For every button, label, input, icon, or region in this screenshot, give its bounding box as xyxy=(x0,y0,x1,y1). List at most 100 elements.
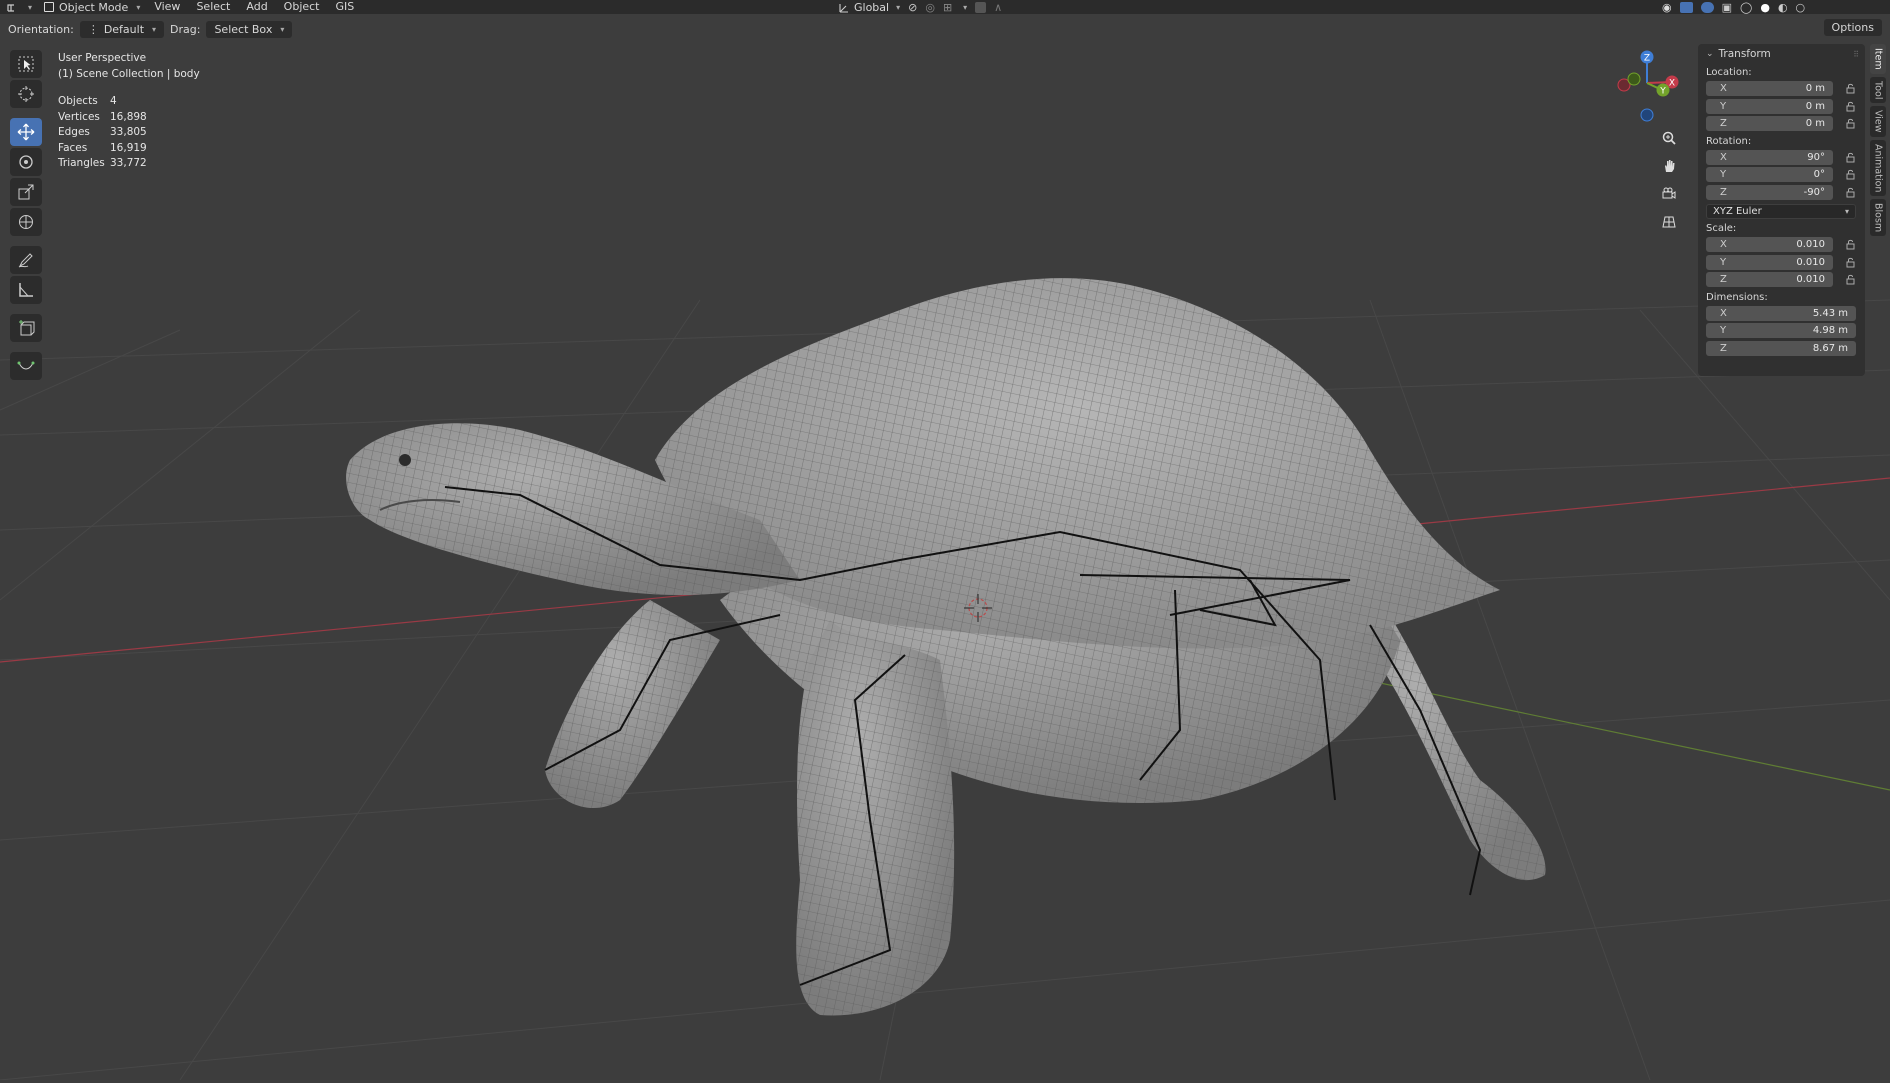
pan-hand-icon[interactable] xyxy=(1658,156,1680,176)
lock-icon[interactable] xyxy=(1843,117,1857,131)
transform-panel-header[interactable]: ⌄ Transform ⠿ xyxy=(1698,44,1865,64)
stat-row: Triangles 33,772 xyxy=(58,156,200,172)
ruler-icon xyxy=(19,283,33,297)
menu-gis[interactable]: GIS xyxy=(328,0,363,14)
drag-dropdown[interactable]: Select Box ▾ xyxy=(206,20,293,38)
lock-icon[interactable] xyxy=(1843,168,1857,182)
shading-solid-icon[interactable]: ● xyxy=(1760,1,1770,14)
location-z-row: Z 0 m xyxy=(1698,115,1865,133)
gizmo-neg-z-axis[interactable] xyxy=(1640,108,1654,122)
xray-icon[interactable]: ▣ xyxy=(1722,1,1732,14)
lock-icon[interactable] xyxy=(1843,99,1857,113)
scale-y-field[interactable]: Y 0.010 xyxy=(1706,254,1833,270)
eye xyxy=(399,454,411,466)
dimensions-z-row: Z 8.67 m xyxy=(1698,340,1865,358)
rotation-z-field[interactable]: Z -90° xyxy=(1706,184,1833,200)
menu-add[interactable]: Add xyxy=(238,0,275,14)
rotate-tool[interactable] xyxy=(10,148,42,176)
overlay-toggle-icon[interactable] xyxy=(1700,1,1714,13)
rotation-x-field[interactable]: X 90° xyxy=(1706,149,1833,165)
mode-dropdown[interactable]: Object Mode ▾ xyxy=(38,1,146,14)
annotate-tool[interactable] xyxy=(10,246,42,274)
lock-icon[interactable] xyxy=(1843,150,1857,164)
menu-view[interactable]: View xyxy=(146,0,188,14)
chevron-down-icon: ⌄ xyxy=(1706,49,1714,59)
lock-icon[interactable] xyxy=(1843,255,1857,269)
rotation-label: Rotation: xyxy=(1706,135,1752,147)
scale-label: Scale: xyxy=(1706,223,1737,234)
rotation-mode-select[interactable]: XYZ Euler ▾ xyxy=(1706,204,1856,219)
dimensions-y-field[interactable]: Y 4.98 m xyxy=(1706,323,1856,339)
transform-tool[interactable] xyxy=(10,208,42,236)
rotation-y-row: Y 0° xyxy=(1698,166,1865,184)
transform-orientation-dropdown[interactable]: Global ▾ xyxy=(838,1,900,14)
chevron-down-icon: ▾ xyxy=(1844,207,1849,216)
gizmo-toggle-icon[interactable] xyxy=(1679,1,1693,13)
falloff-icon[interactable]: ∧ xyxy=(994,1,1002,14)
chevron-down-icon[interactable]: ▾ xyxy=(963,3,967,12)
rotation-y-field[interactable]: Y 0° xyxy=(1706,167,1833,183)
add-cube-tool[interactable] xyxy=(10,314,42,342)
lock-icon[interactable] xyxy=(1843,238,1857,252)
move-icon xyxy=(17,123,35,141)
tortoise-mesh[interactable] xyxy=(346,278,1546,1016)
scale-x-field[interactable]: X 0.010 xyxy=(1706,237,1833,253)
lock-icon[interactable] xyxy=(1843,185,1857,199)
location-x-row: X 0 m xyxy=(1698,80,1865,98)
pivot-icon[interactable]: ⊘ xyxy=(908,1,917,14)
tab-tool[interactable]: Tool xyxy=(1870,76,1886,104)
scale-tool[interactable] xyxy=(10,178,42,206)
stat-value: 33,772 xyxy=(110,157,147,169)
axis-label: Z xyxy=(1720,186,1727,198)
editor-type-button[interactable]: ▾ xyxy=(0,2,38,13)
scale-y-row: Y 0.010 xyxy=(1698,254,1865,272)
dimensions-x-field[interactable]: X 5.43 m xyxy=(1706,305,1856,321)
options-button[interactable]: Options xyxy=(1823,19,1882,36)
shading-material-icon[interactable]: ◐ xyxy=(1778,1,1788,14)
move-tool[interactable] xyxy=(10,118,42,146)
axis-label: Z xyxy=(1720,274,1727,286)
perspective-toggle-icon[interactable] xyxy=(1658,212,1680,232)
scale-z-row: Z 0.010 xyxy=(1698,271,1865,289)
menu-select[interactable]: Select xyxy=(188,0,238,14)
cursor-tool[interactable] xyxy=(10,80,42,108)
visibility-icon[interactable]: ◉ xyxy=(1662,1,1672,14)
orientation-axes-icon xyxy=(839,3,848,13)
measure-tool[interactable] xyxy=(10,276,42,304)
camera-view-icon[interactable] xyxy=(1658,184,1680,204)
stat-row: Objects 4 xyxy=(58,94,200,110)
dimensions-y-row: Y 4.98 m xyxy=(1698,322,1865,340)
tab-item[interactable]: Item xyxy=(1870,44,1886,74)
snap-icon[interactable]: ◎ xyxy=(925,1,935,14)
select-box-tool[interactable] xyxy=(10,50,42,78)
lock-icon[interactable] xyxy=(1843,82,1857,96)
snap-target-icon[interactable]: ⊞ xyxy=(943,1,952,14)
orientation-dropdown[interactable]: ⋮ Default ▾ xyxy=(79,20,165,38)
lock-icon[interactable] xyxy=(1843,273,1857,287)
chevron-down-icon: ▾ xyxy=(28,2,33,12)
axis-label: X xyxy=(1720,307,1727,319)
location-y-field[interactable]: Y 0 m xyxy=(1706,98,1833,114)
drag-handle-icon[interactable]: ⠿ xyxy=(1853,50,1859,59)
curve-tool[interactable] xyxy=(10,352,42,380)
shading-rendered-icon[interactable]: ○ xyxy=(1796,1,1806,14)
tab-blosm[interactable]: Blosm xyxy=(1870,199,1886,237)
zoom-icon[interactable] xyxy=(1658,128,1680,148)
field-value: -90° xyxy=(1803,186,1825,198)
menu-object[interactable]: Object xyxy=(276,0,328,14)
dimensions-z-field[interactable]: Z 8.67 m xyxy=(1706,340,1856,356)
shading-wireframe-icon[interactable]: ◯ xyxy=(1740,1,1752,14)
field-value: 0° xyxy=(1813,169,1825,181)
scale-z-field[interactable]: Z 0.010 xyxy=(1706,272,1833,288)
tab-view[interactable]: View xyxy=(1870,106,1886,137)
gizmo-neg-y-axis[interactable] xyxy=(1627,72,1641,86)
proportional-edit-icon[interactable] xyxy=(975,1,987,13)
3d-viewport[interactable] xyxy=(0,40,1890,1081)
navigation-gizmo[interactable]: Z X Y xyxy=(1610,45,1700,125)
location-z-field[interactable]: Z 0 m xyxy=(1706,116,1833,132)
tab-animation[interactable]: Animation xyxy=(1870,139,1886,197)
location-x-field[interactable]: X 0 m xyxy=(1706,81,1833,97)
field-value: 0 m xyxy=(1805,83,1825,95)
curve-icon xyxy=(17,361,35,370)
drag-label: Drag: xyxy=(170,22,201,36)
